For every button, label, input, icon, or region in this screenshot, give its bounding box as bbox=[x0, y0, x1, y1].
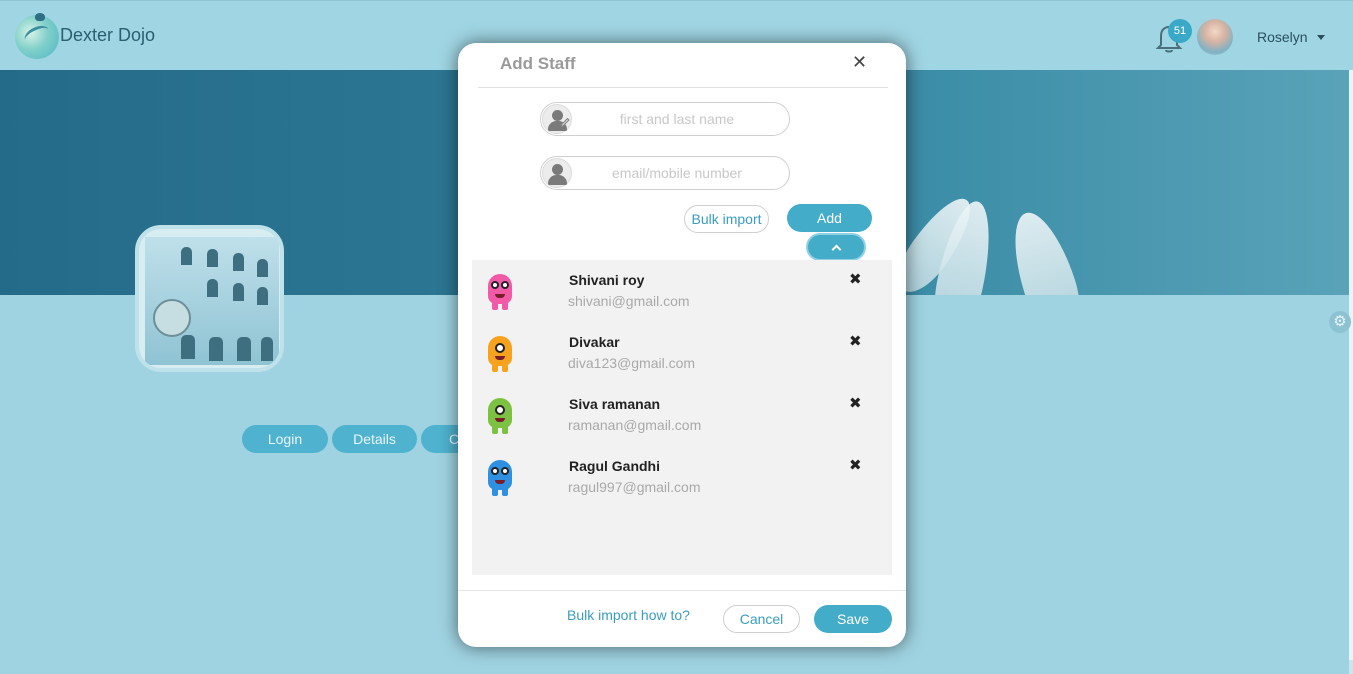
orange-monster-icon bbox=[486, 330, 514, 372]
staff-name: Shivani roy bbox=[569, 272, 645, 288]
person-icon bbox=[542, 158, 572, 188]
tab-details[interactable]: Details bbox=[332, 425, 417, 453]
staff-list: Shivani roy shivani@gmail.com ✖ Divakar diva… bbox=[472, 260, 892, 575]
staff-email: ragul997@gmail.com bbox=[568, 479, 701, 495]
cancel-button[interactable]: Cancel bbox=[723, 605, 800, 633]
name-field[interactable] bbox=[540, 102, 790, 136]
list-item: Ragul Gandhi ragul997@gmail.com ✖ bbox=[472, 446, 892, 508]
divider bbox=[478, 87, 888, 88]
blue-monster-icon bbox=[486, 454, 514, 496]
divider bbox=[458, 590, 906, 591]
gear-icon[interactable]: ⚙ bbox=[1329, 311, 1351, 333]
bulk-import-button[interactable]: Bulk import bbox=[684, 205, 769, 233]
petal-decoration bbox=[1001, 205, 1091, 295]
staff-name: Ragul Gandhi bbox=[569, 458, 660, 474]
avatar[interactable] bbox=[1197, 19, 1233, 55]
remove-icon[interactable]: ✖ bbox=[849, 458, 862, 474]
name-input[interactable] bbox=[577, 103, 777, 135]
staff-email: ramanan@gmail.com bbox=[568, 417, 702, 433]
close-icon[interactable]: ✕ bbox=[852, 53, 867, 71]
chevron-down-icon[interactable] bbox=[1317, 35, 1325, 40]
staff-name: Siva ramanan bbox=[569, 396, 661, 412]
notification-badge[interactable]: 51 bbox=[1168, 19, 1192, 43]
person-edit-icon bbox=[542, 104, 572, 134]
school-building-image bbox=[145, 237, 279, 365]
list-item: Shivani roy shivani@gmail.com ✖ bbox=[472, 260, 892, 322]
bulk-import-howto-link[interactable]: Bulk import how to? bbox=[567, 607, 690, 623]
add-staff-modal: Add Staff ✕ Bulk import Add Shivani roy s… bbox=[458, 43, 906, 647]
list-item: Siva ramanan ramanan@gmail.com ✖ bbox=[472, 384, 892, 446]
chevron-up-icon bbox=[831, 244, 842, 255]
school-photo[interactable] bbox=[135, 225, 284, 372]
staff-name: Divakar bbox=[569, 334, 620, 350]
remove-icon[interactable]: ✖ bbox=[849, 334, 862, 350]
user-menu-name[interactable]: Roselyn bbox=[1257, 29, 1308, 45]
remove-icon[interactable]: ✖ bbox=[849, 272, 862, 288]
scrollbar-thumb[interactable] bbox=[1349, 70, 1353, 660]
staff-email: shivani@gmail.com bbox=[568, 293, 690, 309]
tab-login[interactable]: Login bbox=[242, 425, 328, 453]
remove-icon[interactable]: ✖ bbox=[849, 396, 862, 412]
brand-name[interactable]: Dexter Dojo bbox=[60, 25, 155, 46]
contact-input[interactable] bbox=[577, 157, 777, 189]
logo-icon[interactable] bbox=[15, 13, 59, 59]
contact-field[interactable] bbox=[540, 156, 790, 190]
list-item: Divakar diva123@gmail.com ✖ bbox=[472, 322, 892, 384]
modal-title: Add Staff bbox=[500, 54, 576, 73]
add-button[interactable]: Add bbox=[787, 204, 872, 232]
staff-email: diva123@gmail.com bbox=[568, 355, 696, 371]
school-seal-icon bbox=[153, 299, 191, 337]
save-button[interactable]: Save bbox=[814, 605, 892, 633]
pink-monster-icon bbox=[486, 268, 514, 310]
green-monster-icon bbox=[486, 392, 514, 434]
collapse-button[interactable] bbox=[806, 233, 866, 261]
